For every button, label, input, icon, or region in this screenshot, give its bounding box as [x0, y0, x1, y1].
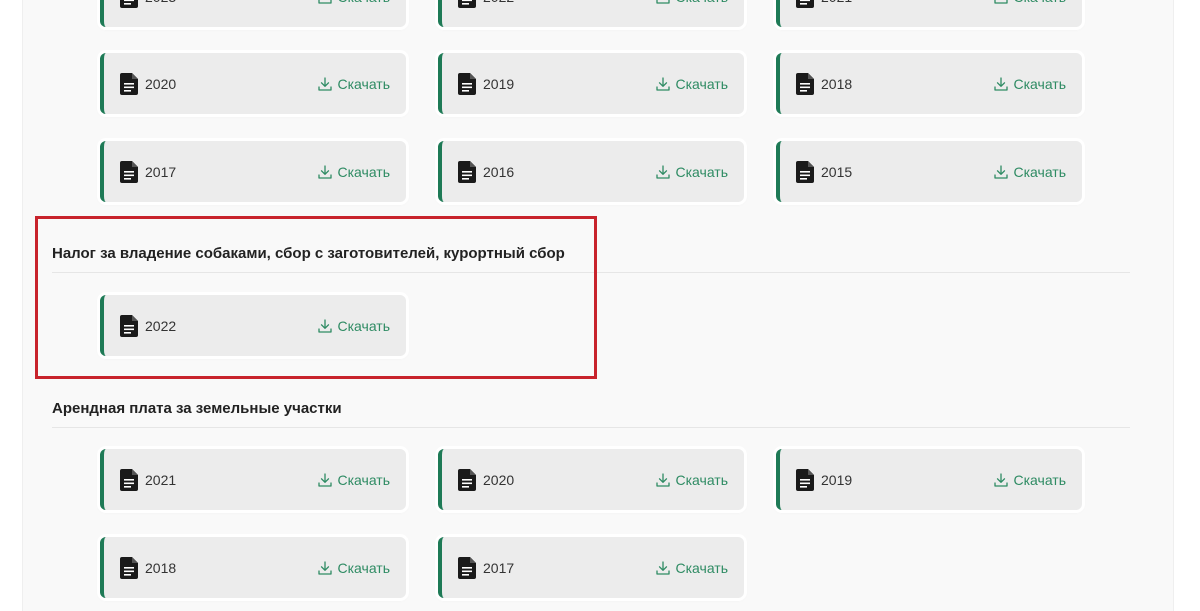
- document-year: 2022: [483, 0, 514, 5]
- document-card: 2017 Скачать: [100, 141, 406, 202]
- document-year: 2017: [483, 560, 515, 576]
- section-title-land-rent: Арендная плата за земельные участки: [52, 400, 342, 417]
- download-link[interactable]: Скачать: [317, 163, 391, 181]
- download-label: Скачать: [337, 472, 391, 488]
- document-year: 2018: [145, 560, 177, 576]
- download-link[interactable]: Скачать: [993, 0, 1067, 6]
- download-link[interactable]: Скачать: [317, 0, 391, 6]
- document-icon: [458, 73, 476, 95]
- document-card: 2016 Скачать: [438, 141, 744, 202]
- download-label: Скачать: [1014, 0, 1067, 6]
- document-icon: [120, 469, 138, 491]
- download-link[interactable]: Скачать: [993, 75, 1067, 93]
- download-label: Скачать: [675, 560, 729, 576]
- document-icon: [458, 469, 476, 491]
- download-label: Скачать: [675, 164, 729, 180]
- document-year: 2017: [145, 164, 177, 180]
- document-card: 2021 Скачать: [100, 449, 406, 510]
- document-year: 2016: [483, 164, 515, 180]
- download-label: Скачать: [675, 76, 729, 92]
- document-year: 2021: [821, 0, 852, 5]
- download-label: Скачать: [1013, 76, 1067, 92]
- document-card: 2017 Скачать: [438, 537, 744, 598]
- download-icon: [317, 165, 338, 179]
- download-icon: [317, 77, 338, 91]
- download-link[interactable]: Скачать: [317, 471, 391, 489]
- download-icon: [993, 473, 1014, 487]
- highlight-box: [35, 216, 597, 379]
- download-link[interactable]: Скачать: [993, 163, 1067, 181]
- document-year: 2023: [145, 0, 176, 5]
- section-divider: [52, 427, 1130, 428]
- download-icon: [655, 165, 676, 179]
- document-icon: [458, 0, 476, 8]
- document-year: 2019: [821, 472, 853, 488]
- download-link[interactable]: Скачать: [655, 163, 729, 181]
- document-icon: [796, 469, 814, 491]
- document-year: 2020: [483, 472, 515, 488]
- download-icon: [317, 0, 338, 4]
- download-icon: [317, 561, 338, 575]
- document-icon: [120, 161, 138, 183]
- download-icon: [993, 77, 1014, 91]
- download-label: Скачать: [337, 164, 391, 180]
- document-card: 2018 Скачать: [100, 537, 406, 598]
- document-icon: [458, 161, 476, 183]
- document-card: 2018 Скачать: [776, 53, 1082, 114]
- document-icon: [120, 557, 138, 579]
- document-icon: [120, 73, 138, 95]
- document-year: 2021: [145, 472, 177, 488]
- download-label: Скачать: [338, 0, 391, 6]
- document-year: 2019: [483, 76, 515, 92]
- download-link[interactable]: Скачать: [655, 471, 729, 489]
- download-label: Скачать: [1013, 472, 1067, 488]
- download-link[interactable]: Скачать: [317, 75, 391, 93]
- document-card: 2020 Скачать: [438, 449, 744, 510]
- download-icon: [655, 561, 676, 575]
- download-label: Скачать: [676, 0, 729, 6]
- document-icon: [796, 73, 814, 95]
- download-link[interactable]: Скачать: [655, 0, 729, 6]
- download-label: Скачать: [1013, 164, 1067, 180]
- document-card: 2015 Скачать: [776, 141, 1082, 202]
- document-year: 2020: [145, 76, 177, 92]
- download-link[interactable]: Скачать: [993, 471, 1067, 489]
- document-card: 2021 Скачать: [776, 0, 1082, 27]
- download-icon: [993, 165, 1014, 179]
- download-label: Скачать: [337, 76, 391, 92]
- document-icon: [796, 0, 814, 8]
- document-year: 2015: [821, 164, 853, 180]
- document-icon: [458, 557, 476, 579]
- download-link[interactable]: Скачать: [317, 559, 391, 577]
- document-card: 2023 Скачать: [100, 0, 406, 27]
- download-icon: [655, 0, 676, 4]
- document-card: 2020 Скачать: [100, 53, 406, 114]
- download-icon: [655, 473, 676, 487]
- download-link[interactable]: Скачать: [655, 75, 729, 93]
- document-icon: [796, 161, 814, 183]
- download-link[interactable]: Скачать: [655, 559, 729, 577]
- download-icon: [655, 77, 676, 91]
- document-year: 2018: [821, 76, 853, 92]
- document-card: 2019 Скачать: [438, 53, 744, 114]
- document-card: 2022 Скачать: [438, 0, 744, 27]
- document-card: 2019 Скачать: [776, 449, 1082, 510]
- document-icon: [120, 0, 138, 8]
- download-icon: [317, 473, 338, 487]
- download-label: Скачать: [675, 472, 729, 488]
- download-label: Скачать: [337, 560, 391, 576]
- download-icon: [993, 0, 1014, 4]
